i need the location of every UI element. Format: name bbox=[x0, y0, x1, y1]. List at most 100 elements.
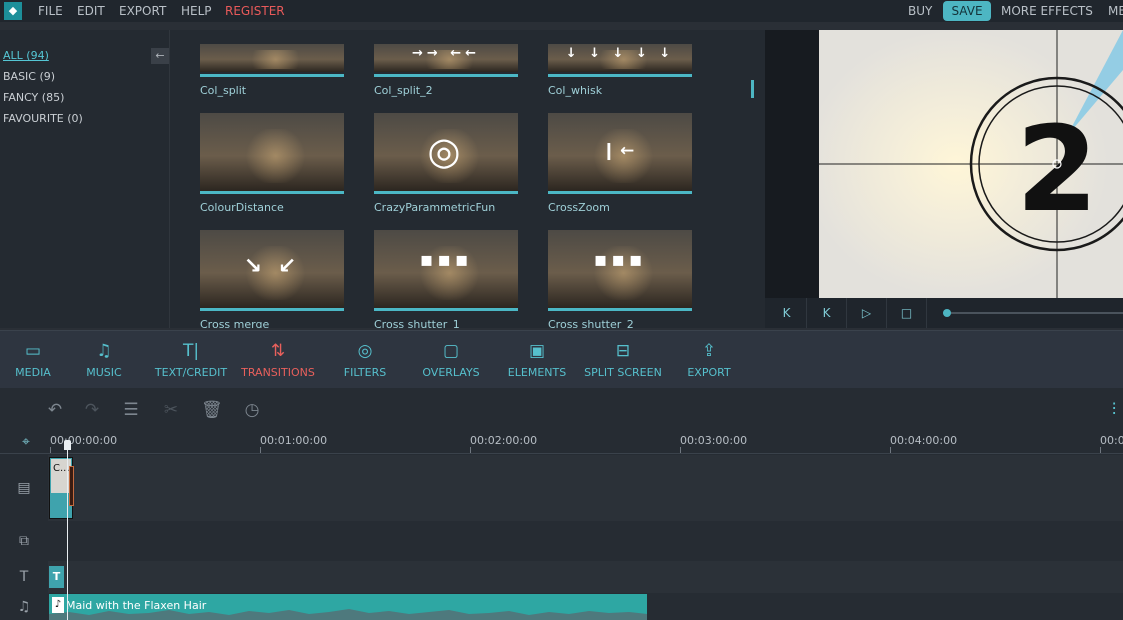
preview-screen: 2 bbox=[819, 30, 1123, 298]
video-clip[interactable]: C... bbox=[49, 457, 74, 519]
shutter-grid-icon: ▪▪▪ bbox=[419, 247, 473, 271]
main-toolbar: ▭ MEDIA ♫ MUSIC T| TEXT/CREDIT ⇅ TRANSIT… bbox=[0, 330, 1123, 388]
transition-library: ALL (94) BASIC (9) FANCY (85) FAVOURITE … bbox=[0, 30, 765, 328]
menu-register[interactable]: REGISTER bbox=[225, 0, 285, 22]
menu-help[interactable]: HELP bbox=[181, 0, 212, 22]
audio-lane[interactable]: ♪ Maid with the Flaxen Hair bbox=[48, 594, 1123, 620]
transition-label: Cross merge bbox=[200, 318, 270, 328]
player-controls: K K ▷ □ bbox=[765, 298, 1123, 328]
text-icon: T| bbox=[182, 341, 200, 361]
menu-truncated[interactable]: ME bbox=[1108, 0, 1123, 22]
tab-media[interactable]: ▭ MEDIA bbox=[10, 331, 56, 389]
ruler-label: 00:04:00:00 bbox=[890, 434, 958, 447]
transition-col-whisk[interactable]: ↓ ↓ ↓ ↓ ↓ Col_whisk bbox=[548, 44, 692, 102]
transition-marker[interactable] bbox=[69, 466, 74, 506]
time-ruler[interactable]: ⌖ 00:00:00:00 00:01:00:00 00:02:00:00 00… bbox=[0, 432, 1123, 454]
tab-elements[interactable]: ▣ ELEMENTS bbox=[504, 331, 570, 389]
transition-col-split[interactable]: Col_split bbox=[200, 44, 344, 102]
menu-bar: ◆ FILE EDIT EXPORT HELP REGISTER BUY SAV… bbox=[0, 0, 1123, 22]
stop-button[interactable]: □ bbox=[887, 298, 927, 328]
transition-label: Col_whisk bbox=[548, 84, 603, 97]
folder-icon: ▭ bbox=[24, 341, 42, 361]
transition-cross-shutter-1[interactable]: ▪▪▪ Cross shutter_1 bbox=[374, 230, 518, 328]
category-favourite[interactable]: FAVOURITE (0) bbox=[3, 112, 83, 125]
shutter-grid-icon: ▪▪▪ bbox=[593, 247, 647, 271]
transition-label: ColourDistance bbox=[200, 201, 284, 214]
app-logo-icon: ◆ bbox=[4, 2, 22, 20]
transition-thumbnail bbox=[200, 44, 344, 72]
video-clip-label: C... bbox=[51, 459, 71, 493]
tab-filters[interactable]: ◎ FILTERS bbox=[338, 331, 392, 389]
preview-panel: 2 K K ▷ □ bbox=[765, 30, 1123, 328]
transition-label: Col_split bbox=[200, 84, 247, 97]
transition-label: CrazyParammetricFun bbox=[374, 201, 496, 214]
menu-file[interactable]: FILE bbox=[38, 0, 63, 22]
transition-label: CrossZoom bbox=[548, 201, 610, 214]
skip-start-button[interactable]: K bbox=[767, 298, 807, 328]
concentric-circles-icon: ◎ bbox=[427, 129, 465, 173]
audio-mixer-icon[interactable]: ⫶ bbox=[1104, 400, 1123, 420]
skip-end-button[interactable]: K bbox=[807, 298, 847, 328]
transition-col-split-2[interactable]: →→ ←← Col_split_2 bbox=[374, 44, 518, 102]
transition-thumbnail bbox=[200, 113, 344, 191]
ruler-label: 00:02:00:00 bbox=[470, 434, 538, 447]
video-lane[interactable]: C... bbox=[48, 455, 1123, 521]
trash-icon[interactable]: 🗑 bbox=[201, 400, 223, 420]
tab-export[interactable]: ⇪ EXPORT bbox=[682, 331, 736, 389]
transition-label: Cross shutter_2 bbox=[548, 318, 634, 328]
image-icon: ▣ bbox=[528, 341, 546, 361]
text-lane[interactable]: T bbox=[48, 561, 1123, 593]
text-clip[interactable]: T bbox=[49, 566, 64, 588]
text-track-icon: T bbox=[0, 561, 48, 593]
category-all[interactable]: ALL (94) bbox=[3, 49, 49, 62]
buy-button[interactable]: BUY bbox=[908, 0, 932, 22]
transition-crazy-parammetric-fun[interactable]: ◎ CrazyParammetricFun bbox=[374, 113, 518, 217]
collapse-arrow-icon[interactable]: ← bbox=[151, 48, 169, 64]
redo-icon[interactable]: ↷ bbox=[82, 400, 102, 420]
audio-clip[interactable]: ♪ Maid with the Flaxen Hair bbox=[49, 594, 647, 620]
playback-slider[interactable] bbox=[943, 312, 1123, 314]
arrows-icon: →→ ←← bbox=[411, 46, 481, 61]
filters-icon: ◎ bbox=[357, 341, 373, 361]
overlays-icon: ▢ bbox=[442, 341, 460, 361]
more-effects-button[interactable]: MORE EFFECTS bbox=[1001, 0, 1093, 22]
tab-transitions[interactable]: ⇅ TRANSITIONS bbox=[236, 331, 320, 389]
music-track-icon: ♫ bbox=[0, 594, 48, 620]
scissors-icon[interactable]: ✂ bbox=[161, 400, 181, 420]
merge-arrows-icon: ↘ ↙ bbox=[243, 254, 301, 279]
ruler-label: 00:0 bbox=[1100, 434, 1123, 447]
adjust-icon[interactable]: ☰ bbox=[121, 400, 141, 420]
transitions-icon: ⇅ bbox=[270, 341, 286, 361]
snap-icon[interactable]: ⌖ bbox=[16, 432, 36, 452]
tab-text-credit[interactable]: T| TEXT/CREDIT bbox=[152, 331, 230, 389]
text-track: T T bbox=[0, 561, 1123, 593]
menu-edit[interactable]: EDIT bbox=[77, 0, 105, 22]
audio-track: ♫ ♪ Maid with the Flaxen Hair bbox=[0, 594, 1123, 620]
library-scrollbar[interactable] bbox=[751, 80, 754, 98]
transition-label: Cross shutter_1 bbox=[374, 318, 460, 328]
transition-cross-shutter-2[interactable]: ▪▪▪ Cross shutter_2 bbox=[548, 230, 692, 328]
video-track: ▤ C... bbox=[0, 455, 1123, 521]
transition-cross-merge[interactable]: ↘ ↙ Cross merge bbox=[200, 230, 344, 328]
undo-icon[interactable]: ↶ bbox=[45, 400, 65, 420]
transition-cross-zoom[interactable]: ❙← CrossZoom bbox=[548, 113, 692, 217]
ruler-label: 00:03:00:00 bbox=[680, 434, 748, 447]
play-button[interactable]: ▷ bbox=[847, 298, 887, 328]
overlay-icon: ⧉ bbox=[0, 522, 48, 560]
category-basic[interactable]: BASIC (9) bbox=[3, 70, 55, 83]
transition-colour-distance[interactable]: ColourDistance bbox=[200, 113, 344, 217]
tab-overlays[interactable]: ▢ OVERLAYS bbox=[418, 331, 484, 389]
playback-slider-knob[interactable] bbox=[943, 309, 951, 317]
playhead[interactable] bbox=[67, 440, 68, 620]
audio-clip-label: Maid with the Flaxen Hair bbox=[66, 599, 207, 612]
save-button[interactable]: SAVE bbox=[943, 1, 991, 21]
menu-export[interactable]: EXPORT bbox=[119, 0, 166, 22]
ruler-label: 00:00:00:00 bbox=[50, 434, 118, 447]
tab-split-screen[interactable]: ⊟ SPLIT SCREEN bbox=[582, 331, 664, 389]
clock-icon[interactable]: ◷ bbox=[242, 400, 262, 420]
category-fancy[interactable]: FANCY (85) bbox=[3, 91, 64, 104]
tab-music[interactable]: ♫ MUSIC bbox=[82, 331, 126, 389]
music-note-icon: ♫ bbox=[96, 341, 112, 361]
overlay-lane[interactable] bbox=[48, 522, 1123, 560]
split-screen-icon: ⊟ bbox=[615, 341, 631, 361]
